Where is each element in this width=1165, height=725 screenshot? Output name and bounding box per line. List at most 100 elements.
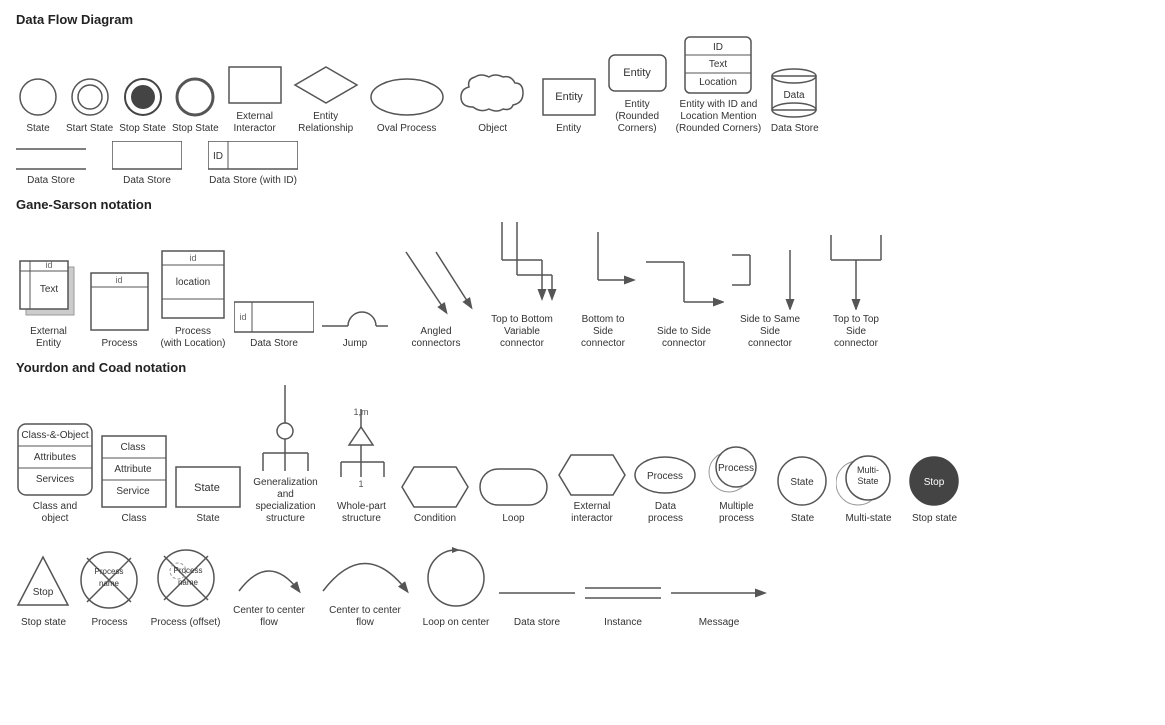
item-datastore-id: ID Data Store (with ID): [208, 141, 298, 187]
entity-rounded-shape: Entity: [605, 51, 670, 95]
svg-text:ID: ID: [713, 42, 723, 53]
svg-text:id: id: [45, 260, 52, 270]
jump-shape: [320, 294, 390, 334]
angled-label: Angledconnectors: [412, 326, 461, 350]
whole-part-label: Whole-partstructure: [337, 501, 386, 525]
class-object-shape: Class-&-Object Attributes Services: [16, 422, 94, 497]
item-bottom-to-side: Bottom toSideconnector: [568, 230, 638, 350]
start-state-shape: [68, 75, 112, 119]
svg-text:Attribute: Attribute: [114, 464, 152, 475]
svg-text:Location: Location: [700, 77, 738, 88]
item-external-interactor-yc: Externalinteractor: [557, 453, 627, 525]
item-state-yc: State State: [174, 465, 242, 525]
item-center-flow-large: Center to centerflow: [315, 531, 415, 629]
entity-id-location-label: Entity with ID andLocation Mention(Round…: [676, 99, 762, 135]
external-interactor-yc-shape: [557, 453, 627, 497]
center-flow-small-shape: [229, 541, 309, 601]
data-process-shape: Process: [633, 453, 698, 497]
stop-state-filled-shape: [121, 75, 165, 119]
svg-text:id: id: [115, 275, 122, 285]
multi-state-label: Multi-state: [845, 513, 891, 525]
multi-state-shape: Multi- State: [836, 451, 901, 509]
datastore-id-shape: ID: [208, 141, 298, 171]
message-label: Message: [699, 617, 740, 629]
item-top-to-top: Top to TopSideconnector: [816, 230, 896, 350]
svg-text:Data: Data: [784, 90, 806, 101]
svg-text:id: id: [239, 312, 246, 322]
item-stop-state-filled: Stop State: [119, 75, 166, 135]
svg-text:State: State: [790, 477, 814, 488]
process-location-label: Process(with Location): [160, 326, 225, 350]
item-oval-process: Oval Process: [367, 75, 447, 135]
process-cross-label: Process: [91, 617, 127, 629]
process-offset-shape: Process name: [148, 543, 223, 613]
item-state-yc2: State State: [775, 454, 830, 525]
side-to-side-shape: [644, 242, 724, 322]
datastore-id-label: Data Store (with ID): [209, 175, 297, 187]
svg-text:location: location: [176, 277, 210, 288]
svg-text:Attributes: Attributes: [34, 452, 76, 463]
gen-spec-shape: [248, 383, 323, 473]
object-shape: [453, 69, 533, 119]
class-shape: Class Attribute Service: [100, 434, 168, 509]
item-loop: Loop: [476, 465, 551, 525]
datastore-lines-label: Data Store: [27, 175, 75, 187]
gen-spec-label: Generalizationandspecializationstructure: [253, 477, 317, 525]
entity-shape: Entity: [539, 75, 599, 119]
item-multiple-process: Process Multipleprocess: [704, 442, 769, 525]
svg-text:Multi-: Multi-: [857, 465, 879, 475]
angled-shape: [396, 242, 476, 322]
item-data-store-line: Data store: [497, 573, 577, 629]
item-stop-triangle: Stop Stop state: [16, 553, 71, 629]
datastore-box-label: Data Store: [123, 175, 171, 187]
condition-shape: [400, 465, 470, 509]
loop-label: Loop: [502, 513, 524, 525]
item-external-interactor: ExternalInteractor: [225, 63, 285, 135]
process-cross-shape: Process name: [77, 548, 142, 613]
svg-text:Stop: Stop: [33, 587, 54, 598]
item-side-to-side: Side to Sideconnector: [644, 242, 724, 350]
stop-state-label: Stop State: [172, 123, 219, 135]
svg-text:State: State: [857, 476, 878, 486]
gane-row: id Text ExternalEntity id Process: [16, 220, 1149, 350]
side-to-same-shape: [730, 230, 810, 310]
dfd-row2: Data Store Data Store ID Data Store (wit…: [16, 141, 1149, 187]
item-process-cross: Process name Process: [77, 548, 142, 629]
item-stop-state-yc: Stop Stop state: [907, 454, 962, 525]
gane-title: Gane-Sarson notation: [16, 197, 1149, 212]
item-gen-spec: Generalizationandspecializationstructure: [248, 383, 323, 525]
dfd-section: Data Flow Diagram State Start State: [16, 12, 1149, 187]
item-class-object: Class-&-Object Attributes Services Class…: [16, 422, 94, 525]
process-gs-shape: id: [87, 269, 152, 334]
condition-label: Condition: [414, 513, 456, 525]
item-data-store-gs: id Data Store: [234, 300, 314, 350]
center-flow-small-label: Center to centerflow: [233, 605, 305, 629]
entity-id-location-shape: ID Text Location: [683, 35, 753, 95]
yourdon-title: Yourdon and Coad notation: [16, 360, 1149, 375]
item-stop-state: Stop State: [172, 75, 219, 135]
loop-shape: [476, 465, 551, 509]
item-process-location: id location Process(with Location): [158, 247, 228, 350]
stop-triangle-shape: Stop: [16, 553, 71, 613]
item-external-entity: id Text ExternalEntity: [16, 257, 81, 350]
bottom-to-side-shape: [568, 230, 638, 310]
class-label: Class: [121, 513, 146, 525]
svg-text:Process: Process: [718, 463, 754, 474]
item-top-to-bottom: Top to BottomVariableconnector: [482, 220, 562, 350]
dfd-row1: State Start State Stop State: [16, 35, 1149, 135]
item-entity-rounded: Entity Entity(RoundedCorners): [605, 51, 670, 135]
stop-state-shape: [173, 75, 217, 119]
multiple-process-shape: Process: [704, 442, 769, 497]
svg-text:Process: Process: [95, 567, 124, 576]
item-class: Class Attribute Service Class: [100, 434, 168, 525]
item-datastore-lines: Data Store: [16, 147, 86, 187]
message-shape: [669, 573, 769, 613]
jump-label: Jump: [343, 338, 367, 350]
process-offset-label: Process (offset): [151, 617, 221, 629]
svg-text:Service: Service: [116, 486, 150, 497]
svg-text:Process: Process: [647, 471, 683, 482]
item-state: State: [16, 75, 60, 135]
svg-text:ID: ID: [213, 151, 223, 162]
page: Data Flow Diagram State Start State: [0, 0, 1165, 651]
bottom-to-side-label: Bottom toSideconnector: [581, 314, 625, 350]
